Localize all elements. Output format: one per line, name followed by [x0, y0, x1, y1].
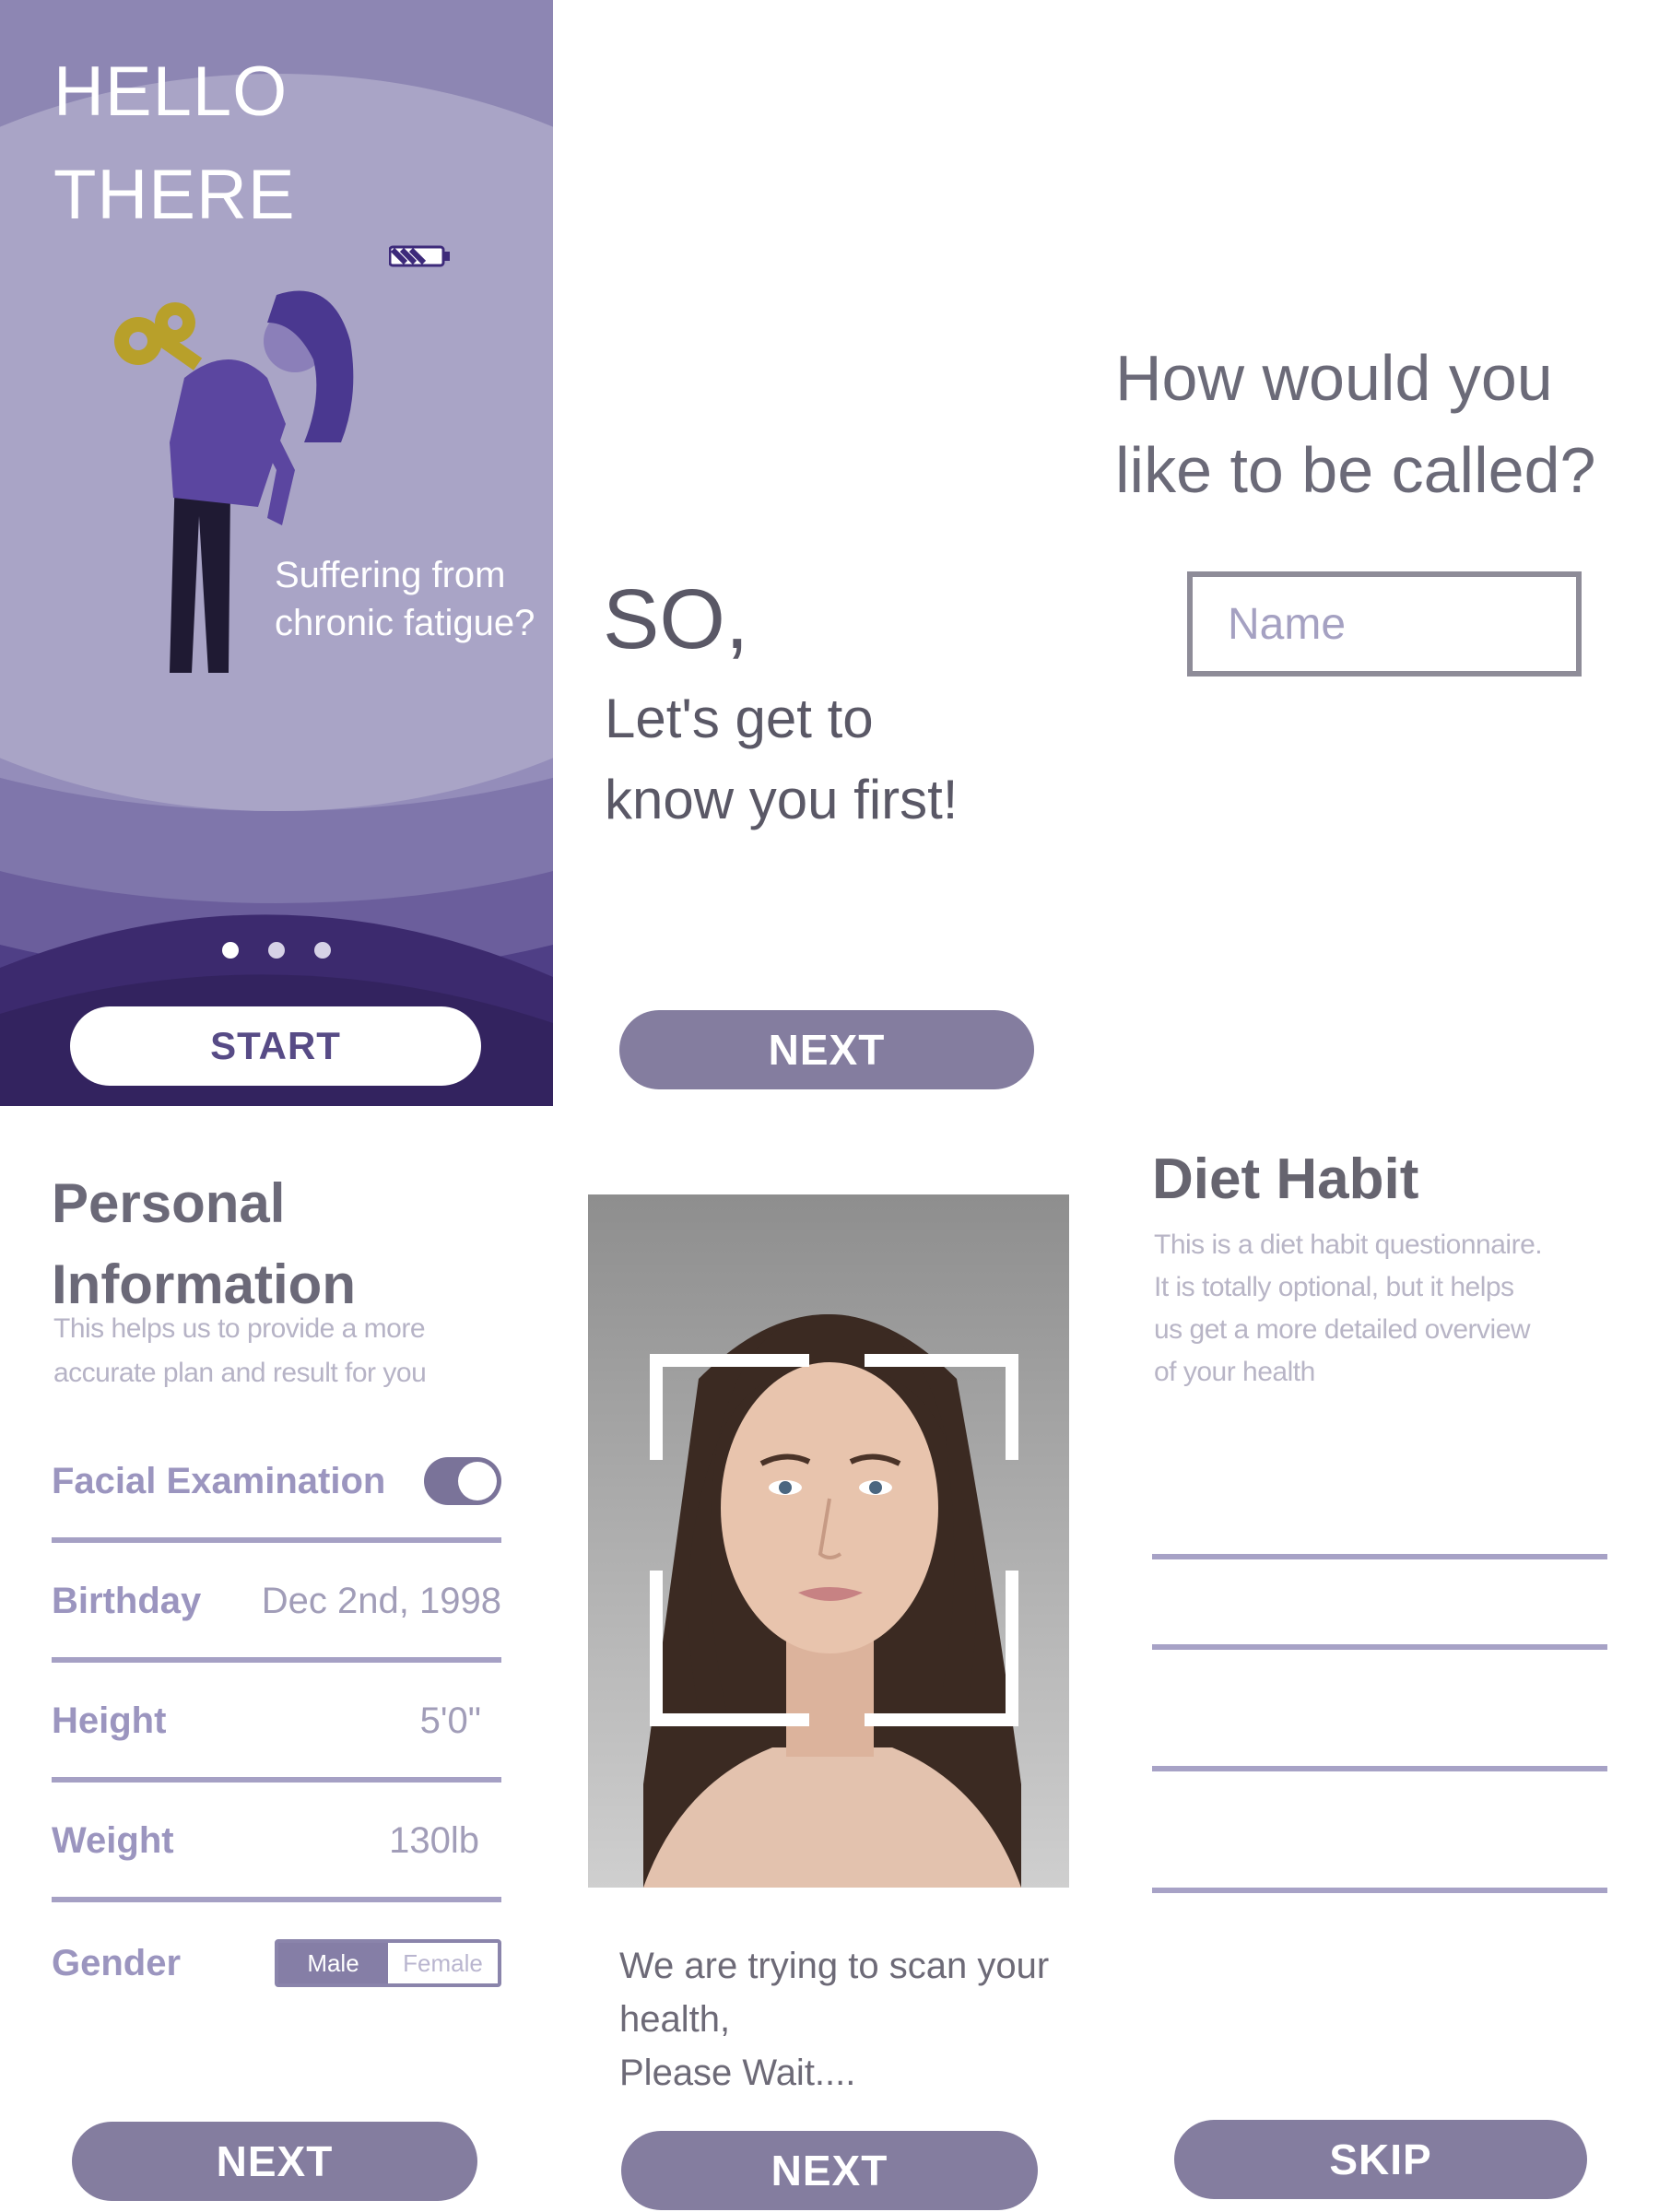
diet-habit-description: This is a diet habit questionnaire. It i…: [1154, 1224, 1615, 1394]
birthday-row[interactable]: Birthday Dec 2nd, 1998: [52, 1545, 501, 1663]
name-question: How would you like to be called?: [1115, 332, 1659, 516]
gender-option-male[interactable]: Male: [278, 1943, 388, 1983]
tagline-line-2: chronic fatigue?: [275, 603, 535, 643]
personal-info-title-line-1: Personal: [52, 1172, 286, 1234]
face-photo: [588, 1194, 1069, 1888]
facial-examination-label: Facial Examination: [52, 1460, 386, 1501]
intro-heading: SO,: [603, 572, 749, 666]
personal-info-subtitle-line-2: accurate plan and result for you: [53, 1358, 427, 1388]
low-battery-icon: [389, 245, 450, 267]
weight-label: Weight: [52, 1819, 174, 1861]
diet-desc-line-2: It is totally optional, but it helps: [1154, 1272, 1514, 1302]
weight-value[interactable]: 130lb: [389, 1820, 479, 1862]
gender-label: Gender: [52, 1942, 182, 1983]
birthday-value[interactable]: Dec 2nd, 1998: [262, 1581, 501, 1622]
intro-subtitle: Let's get to know you first!: [605, 678, 1084, 841]
toggle-knob: [458, 1462, 497, 1500]
diet-desc-line-1: This is a diet habit questionnaire.: [1154, 1230, 1543, 1260]
personal-info-subtitle: This helps us to provide a more accurate…: [53, 1307, 496, 1395]
gender-option-female[interactable]: Female: [388, 1943, 498, 1983]
name-input[interactable]: [1187, 571, 1582, 677]
height-label: Height: [52, 1700, 167, 1741]
facial-examination-row: Facial Examination: [52, 1425, 501, 1543]
diet-habit-screen: Diet Habit This is a diet habit question…: [1106, 1106, 1659, 2212]
diet-habit-title: Diet Habit: [1152, 1147, 1419, 1211]
diet-answer-line-2[interactable]: [1152, 1644, 1607, 1650]
diet-answer-line-4[interactable]: [1152, 1888, 1607, 1893]
page-indicator: [0, 942, 553, 959]
page-dot-2[interactable]: [268, 942, 285, 959]
scan-message-line-1: We are trying to scan your: [619, 1946, 1050, 1986]
wind-up-key-icon: [114, 302, 203, 371]
height-value[interactable]: 5'0": [420, 1700, 481, 1742]
page-dot-1[interactable]: [222, 942, 239, 959]
diet-answer-line-1[interactable]: [1152, 1554, 1607, 1559]
diet-answer-line-3[interactable]: [1152, 1766, 1607, 1771]
diet-desc-line-3: us get a more detailed overview: [1154, 1314, 1531, 1345]
greeting-line-1: HELLO: [53, 53, 288, 131]
birthday-label: Birthday: [52, 1580, 202, 1621]
scan-message-line-2: health,: [619, 1999, 731, 2040]
welcome-screen: HELLO THERE Suffering from chronic fatig…: [0, 0, 553, 1106]
scan-status-message: We are trying to scan your health, Pleas…: [619, 1939, 1089, 2100]
gender-segmented-control[interactable]: Male Female: [275, 1939, 501, 1987]
tagline: Suffering from chronic fatigue?: [275, 551, 551, 647]
intro-subtitle-line-2: know you first!: [605, 769, 959, 830]
gender-row: Gender Male Female: [52, 1904, 501, 2022]
start-button[interactable]: START: [70, 1006, 481, 1086]
intro-next-button[interactable]: NEXT: [619, 1010, 1034, 1089]
tagline-line-1: Suffering from: [275, 555, 506, 595]
name-question-line-2: like to be called?: [1115, 434, 1596, 506]
scan-next-button[interactable]: NEXT: [621, 2131, 1038, 2210]
intro-subtitle-line-1: Let's get to: [605, 688, 874, 749]
personal-info-subtitle-line-1: This helps us to provide a more: [53, 1313, 426, 1344]
name-screen: How would you like to be called?: [1106, 0, 1659, 1106]
diet-desc-line-4: of your health: [1154, 1357, 1315, 1387]
personal-info-title: Personal Information: [52, 1163, 512, 1325]
personal-info-next-button[interactable]: NEXT: [72, 2122, 477, 2201]
name-question-line-1: How would you: [1115, 342, 1553, 414]
scan-message-line-3: Please Wait....: [619, 2053, 856, 2093]
greeting-line-2: THERE: [53, 156, 296, 234]
greeting-heading: HELLO THERE: [53, 41, 296, 247]
height-row[interactable]: Height 5'0": [52, 1665, 501, 1783]
skip-button[interactable]: SKIP: [1174, 2120, 1587, 2199]
personal-info-screen: Personal Information This helps us to pr…: [0, 1106, 553, 2212]
page-dot-3[interactable]: [314, 942, 331, 959]
facial-examination-toggle[interactable]: [424, 1457, 501, 1505]
intro-screen: SO, Let's get to know you first! NEXT: [553, 0, 1106, 1106]
weight-row[interactable]: Weight 130lb: [52, 1784, 501, 1902]
face-scan-screen: We are trying to scan your health, Pleas…: [553, 1106, 1106, 2212]
